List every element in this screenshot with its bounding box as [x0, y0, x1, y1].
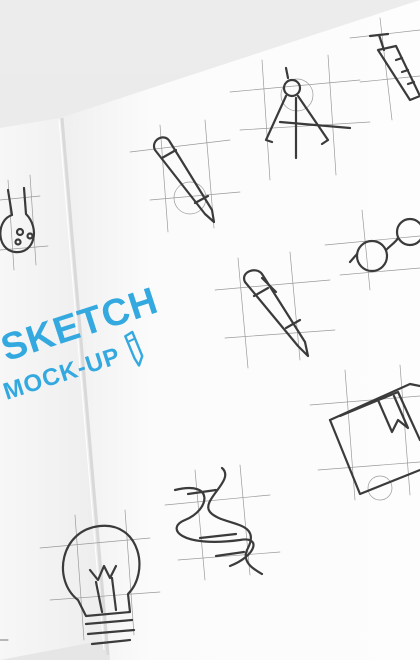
brand-logo: SKETCH MOCK-UP: [0, 280, 170, 440]
sketchbook-photo: SKETCH MOCK-UP: [0, 0, 420, 660]
